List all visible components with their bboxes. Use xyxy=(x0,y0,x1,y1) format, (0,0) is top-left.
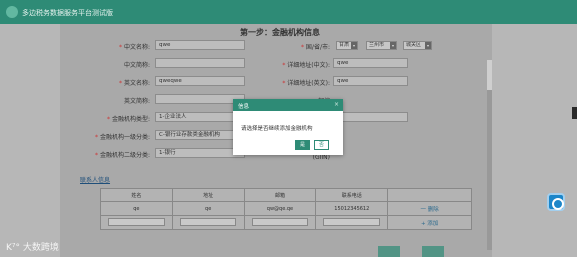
close-icon[interactable]: × xyxy=(334,101,339,108)
addr-cn-input[interactable]: qwe xyxy=(333,58,408,68)
confirm-dialog: 信息 × 请选择是否继续添加金融机构 是 否 xyxy=(233,99,343,155)
type-select[interactable]: 1-企业法人 xyxy=(155,112,245,122)
zip-input[interactable] xyxy=(333,112,408,122)
cn-name-input[interactable]: qwe xyxy=(155,40,245,50)
cat1-label: * 金融机构一级分类: xyxy=(95,134,150,141)
dialog-message: 请选择是否继续添加金融机构 xyxy=(241,126,313,132)
new-name-input[interactable] xyxy=(108,217,165,226)
watermark-logo: K⁷° 大数跨境 xyxy=(6,243,59,253)
giin-label: (GIIN) xyxy=(312,154,330,161)
side-tab-handle[interactable] xyxy=(572,107,577,119)
cell-phone: 15012345612 xyxy=(315,201,389,216)
cell-name: qe xyxy=(100,201,173,216)
en-name-label: * 英文名称: xyxy=(119,80,150,87)
support-icon[interactable] xyxy=(547,193,565,211)
chevron-down-icon: ▾ xyxy=(351,42,357,49)
col-action-header xyxy=(387,188,472,202)
cell-email: qw@qe.qe xyxy=(243,201,317,216)
cn-name-label: * 中文名称: xyxy=(119,44,150,51)
top-bar: 多边税务数据服务平台测试版 xyxy=(0,0,577,24)
en-short-input[interactable] xyxy=(155,94,245,104)
cat2-label: * 金融机构二级分类: xyxy=(95,152,150,159)
chevron-down-icon: ▾ xyxy=(425,42,431,49)
form-title: 第一步：金融机构信息 xyxy=(240,28,320,37)
dialog-title: 信息 xyxy=(238,104,250,110)
addr-cn-label: * 详细地址(中文): xyxy=(282,62,330,69)
col-phone-header: 联系电话 xyxy=(315,188,389,202)
addr-en-label: * 详细地址(英文): xyxy=(282,80,330,87)
cn-short-label: 中文简称: xyxy=(123,62,150,69)
chevron-down-icon: ▾ xyxy=(390,42,396,49)
en-name-input[interactable]: qweqwe xyxy=(155,76,245,86)
country-select[interactable]: 甘肃 ▾ xyxy=(336,41,358,50)
cell-address: qe xyxy=(171,201,245,216)
delete-row-button[interactable]: 一 删除 xyxy=(387,201,472,216)
new-phone-cell xyxy=(315,215,389,230)
cn-short-input[interactable] xyxy=(155,58,245,68)
table-row: qe qe qw@qe.qe 15012345612 一 删除 xyxy=(100,201,472,216)
next-button[interactable] xyxy=(422,246,444,257)
new-address-input[interactable] xyxy=(179,217,237,226)
table-row-new: + 添加 xyxy=(100,215,472,230)
contacts-table: 姓名 地址 邮箱 联系电话 qe qe qw@qe.qe 15012345612… xyxy=(100,188,472,230)
scrollbar[interactable] xyxy=(487,60,492,250)
app-logo-icon xyxy=(6,6,18,18)
col-address-header: 地址 xyxy=(171,188,245,202)
addr-en-input[interactable]: qwe xyxy=(333,76,408,86)
add-row-button[interactable]: + 添加 xyxy=(387,215,472,230)
city-select[interactable]: 城关区 ▾ xyxy=(403,41,432,50)
table-header-row: 姓名 地址 邮箱 联系电话 xyxy=(100,188,472,202)
region-label: * 国/省/市: xyxy=(301,44,330,51)
cat2-select[interactable]: 1-银行 xyxy=(155,148,245,158)
col-name-header: 姓名 xyxy=(100,188,173,202)
col-email-header: 邮箱 xyxy=(243,188,317,202)
type-label: * 金融机构类型: xyxy=(107,116,150,123)
new-phone-input[interactable] xyxy=(323,217,381,226)
prev-button[interactable] xyxy=(378,246,400,257)
new-address-cell xyxy=(171,215,245,230)
app-title: 多边税务数据服务平台测试版 xyxy=(22,9,113,17)
en-short-label: 英文简称: xyxy=(123,98,150,105)
new-email-cell xyxy=(243,215,317,230)
dialog-header: 信息 × xyxy=(233,99,343,111)
yes-button[interactable]: 是 xyxy=(295,140,310,150)
province-select[interactable]: 兰州市 ▾ xyxy=(366,41,397,50)
no-button[interactable]: 否 xyxy=(314,140,329,150)
new-email-input[interactable] xyxy=(251,217,309,226)
new-name-cell xyxy=(100,215,173,230)
contacts-section-label[interactable]: 联系人信息 xyxy=(80,175,110,184)
cat1-select[interactable]: C-银行业存款类金融机构 xyxy=(155,130,245,140)
scrollbar-thumb[interactable] xyxy=(487,90,492,250)
